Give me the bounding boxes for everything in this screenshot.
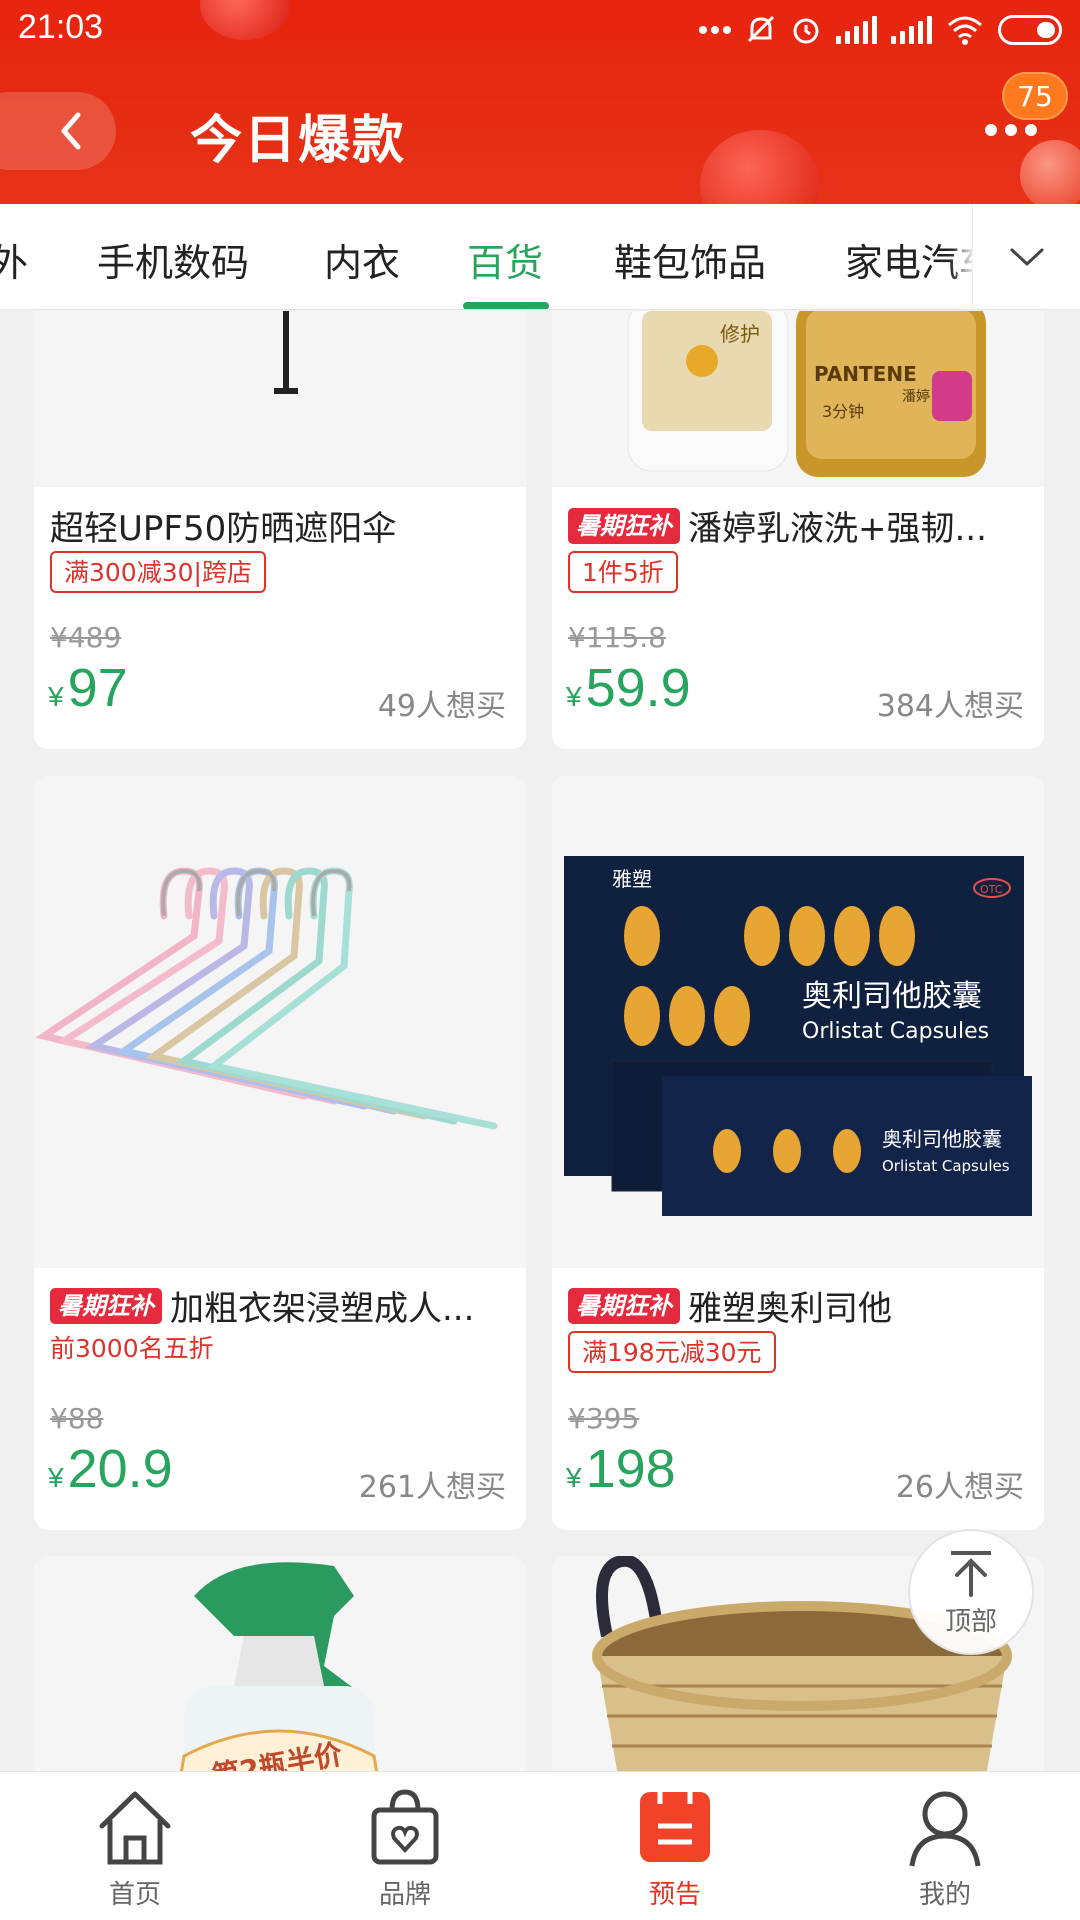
spray-bottle-image: 第2瓶半价 bbox=[179, 1562, 379, 1771]
product-name: 超轻UPF50防晒遮阳伞 bbox=[50, 509, 397, 549]
profile-icon bbox=[909, 1791, 981, 1867]
promo-label: 满300减30|跨店 bbox=[50, 551, 266, 593]
back-to-top-label: 顶部 bbox=[944, 1606, 997, 1637]
brand-bag-icon bbox=[371, 1789, 439, 1865]
promo-label: 1件5折 bbox=[568, 551, 678, 593]
product-image: 修护 PANTENE 潘婷 3分钟 bbox=[552, 311, 1044, 487]
box-brand: 雅塑 bbox=[612, 867, 652, 891]
product-name: 暑期狂补 潘婷乳液洗+强韧... bbox=[568, 501, 1028, 550]
expand-tabs-button[interactable] bbox=[972, 204, 1080, 309]
chevron-left-icon bbox=[61, 112, 81, 150]
screen: { "status_bar": {"time": "21:03"}, "head… bbox=[0, 0, 1080, 1920]
product-name: 暑期狂补 加粗衣架浸塑成人... bbox=[50, 1281, 510, 1330]
signal-icon bbox=[836, 16, 877, 44]
product-image bbox=[34, 311, 526, 487]
summer-promo-tag: 暑期狂补 bbox=[50, 1287, 162, 1324]
back-to-top-button[interactable]: 顶部 bbox=[908, 1529, 1034, 1655]
product-name: 暑期狂补 雅塑奥利司他 bbox=[568, 1281, 1028, 1330]
preview-icon bbox=[640, 1792, 710, 1862]
want-count: 384人想买 bbox=[876, 689, 1024, 724]
want-count: 261人想买 bbox=[358, 1470, 506, 1505]
status-icons bbox=[698, 8, 1062, 52]
nav-home-label: 首页 bbox=[108, 1880, 161, 1910]
box-title-cn: 奥利司他胶囊 bbox=[802, 979, 982, 1014]
arrow-up-icon bbox=[951, 1550, 991, 1597]
current-price: ¥20.9 bbox=[48, 1439, 173, 1499]
product-card[interactable]: 修护 PANTENE 潘婷 3分钟 暑期狂补 潘婷乳液洗+强韧... 1件5折 ¥… bbox=[552, 311, 1044, 749]
tab-shoes-bags[interactable]: 鞋包饰品 bbox=[614, 232, 766, 287]
product-card[interactable]: 暑期狂补 加粗衣架浸塑成人... 前3000名五折 ¥88 ¥20.9 261人想… bbox=[34, 776, 526, 1530]
summer-promo-tag: 暑期狂补 bbox=[568, 1287, 680, 1324]
hangers-image bbox=[35, 867, 498, 1130]
tab-underwear[interactable]: 内衣 bbox=[324, 232, 400, 287]
bell-muted-icon bbox=[747, 15, 775, 43]
brand-cn-label: 潘婷 bbox=[902, 389, 930, 405]
summer-promo-tag: 暑期狂补 bbox=[568, 507, 680, 544]
bottle-label: 修护 bbox=[720, 322, 760, 346]
message-count-badge[interactable]: 75 bbox=[1002, 72, 1068, 120]
product-feed: 超轻UPF50防晒遮阳伞 满300减30|跨店 ¥489 ¥97 49人想买 修… bbox=[0, 311, 1080, 1771]
current-price: ¥97 bbox=[48, 658, 128, 718]
tab-outdoor[interactable]: 外 bbox=[0, 232, 28, 287]
original-price: ¥489 bbox=[50, 621, 122, 654]
umbrella-handle-image bbox=[274, 311, 298, 394]
product-card[interactable]: 超轻UPF50防晒遮阳伞 满300减30|跨店 ¥489 ¥97 49人想买 bbox=[34, 311, 526, 749]
page-title: 今日爆款 bbox=[190, 111, 407, 171]
product-card[interactable]: 雅塑 OTC 奥利司他胶囊 Orlistat Capsules 奥利司他胶囊 O… bbox=[552, 776, 1044, 1530]
nav-brand[interactable]: 品牌 bbox=[270, 1772, 540, 1920]
orlistat-box-image: 雅塑 OTC 奥利司他胶囊 Orlistat Capsules 奥利司他胶囊 O… bbox=[564, 856, 1032, 1216]
nav-preview[interactable]: 预告 bbox=[540, 1772, 810, 1920]
active-tab-indicator bbox=[463, 302, 549, 309]
nav-brand-label: 品牌 bbox=[378, 1880, 431, 1910]
want-count: 26人想买 bbox=[895, 1470, 1024, 1505]
otc-mark: OTC bbox=[980, 883, 1003, 896]
pantene-products-image: 修护 PANTENE 潘婷 3分钟 bbox=[627, 311, 986, 477]
sub-label: 3分钟 bbox=[822, 402, 864, 421]
alarm-icon bbox=[793, 18, 819, 44]
status-time: 21:03 bbox=[18, 8, 104, 46]
tab-phones-digital[interactable]: 手机数码 bbox=[97, 232, 249, 287]
home-icon bbox=[99, 1791, 171, 1865]
tab-general-merchandise[interactable]: 百货 bbox=[467, 232, 543, 287]
more-notifications-icon bbox=[699, 26, 731, 34]
back-button[interactable] bbox=[0, 92, 116, 170]
box-title-cn-small: 奥利司他胶囊 bbox=[882, 1127, 1002, 1151]
bottom-navigation: 首页 品牌 预告 我的 bbox=[0, 1771, 1080, 1920]
product-card[interactable]: 第2瓶半价 bbox=[34, 1556, 526, 1771]
status-bar: 21:03 bbox=[0, 0, 1080, 62]
box-title-en: Orlistat Capsules bbox=[802, 1019, 989, 1044]
wifi-icon bbox=[948, 16, 982, 45]
box-title-en-small: Orlistat Capsules bbox=[882, 1157, 1010, 1175]
product-image: 第2瓶半价 bbox=[34, 1556, 526, 1771]
nav-profile[interactable]: 我的 bbox=[810, 1772, 1080, 1920]
original-price: ¥88 bbox=[50, 1402, 104, 1435]
original-price: ¥395 bbox=[568, 1402, 640, 1435]
nav-profile-label: 我的 bbox=[918, 1880, 971, 1910]
category-tabs: 外 手机数码 内衣 百货 鞋包饰品 家电汽车 bbox=[0, 204, 1080, 310]
promo-label: 前3000名五折 bbox=[50, 1334, 214, 1363]
current-price: ¥59.9 bbox=[566, 658, 691, 718]
signal-icon-2 bbox=[891, 16, 932, 44]
promo-label: 满198元减30元 bbox=[568, 1331, 776, 1373]
brand-label: PANTENE bbox=[814, 362, 917, 386]
battery-icon bbox=[998, 15, 1062, 45]
balloon-decoration bbox=[700, 130, 820, 204]
product-image bbox=[34, 776, 526, 1268]
chevron-down-icon bbox=[1010, 248, 1043, 267]
nav-preview-label: 预告 bbox=[648, 1880, 701, 1910]
top-header: 21:03 今日爆款 75 bbox=[0, 0, 1080, 204]
product-image: 雅塑 OTC 奥利司他胶囊 Orlistat Capsules 奥利司他胶囊 O… bbox=[552, 776, 1044, 1268]
current-price: ¥198 bbox=[566, 1439, 676, 1499]
nav-home[interactable]: 首页 bbox=[0, 1772, 270, 1920]
original-price: ¥115.8 bbox=[568, 621, 666, 654]
want-count: 49人想买 bbox=[377, 689, 506, 724]
